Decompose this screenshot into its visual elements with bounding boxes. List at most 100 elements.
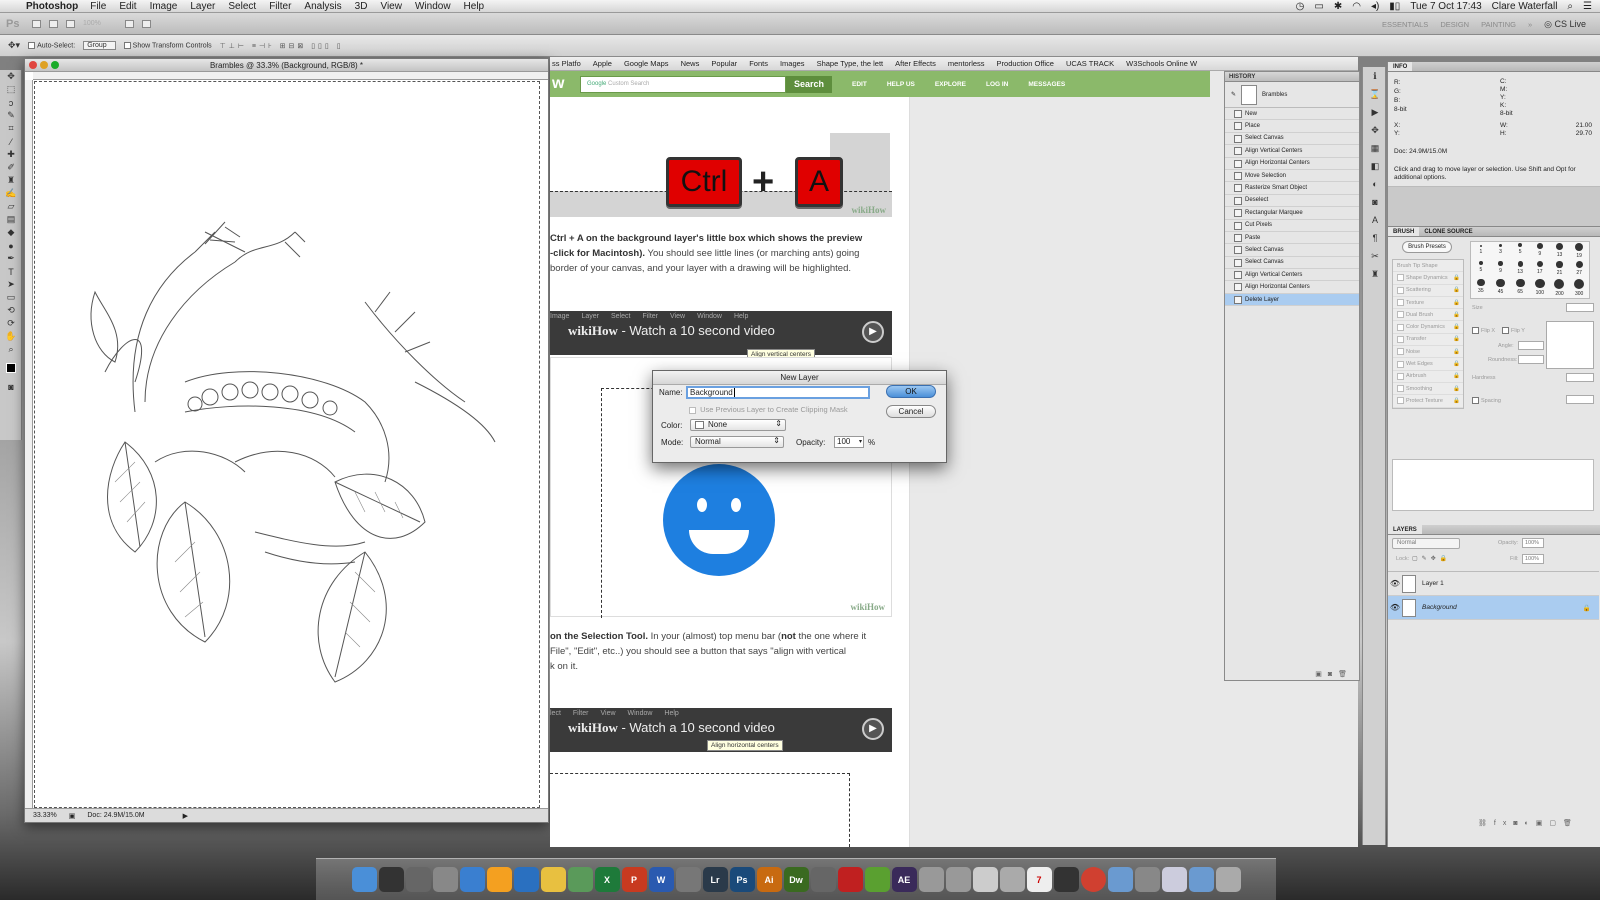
history-state[interactable]: Select Canvas <box>1225 244 1359 257</box>
fill-field[interactable]: 100% <box>1522 554 1544 564</box>
brush-tip[interactable]: 5 <box>1471 260 1491 277</box>
layer-opacity-field[interactable]: 100% <box>1522 538 1544 548</box>
utility-icon[interactable] <box>810 867 836 892</box>
brush-option[interactable]: Transfer 🔒 <box>1393 334 1463 347</box>
hand-tool-icon[interactable]: ✋ <box>0 330 22 343</box>
auto-select-type-select[interactable]: Group <box>83 41 116 50</box>
folder-icon[interactable] <box>1107 867 1133 892</box>
lock-icon[interactable]: 🔒 <box>1453 398 1460 404</box>
character-panel-icon[interactable]: A <box>1363 211 1387 229</box>
brush-option-checkbox[interactable] <box>1397 286 1404 294</box>
bluetooth-icon[interactable]: ✱ <box>1334 1 1342 12</box>
photo-browser-icon[interactable] <box>405 867 431 892</box>
lock-icon[interactable]: 🔒 <box>1453 287 1460 293</box>
help-icon[interactable] <box>918 867 944 892</box>
brush-option[interactable]: Smoothing 🔒 <box>1393 383 1463 396</box>
move-tool-icon[interactable]: ✥ <box>0 70 22 83</box>
workspace-more-icon[interactable]: » <box>1528 20 1532 29</box>
ruler-vertical[interactable] <box>25 80 33 808</box>
zoom-tool-icon[interactable]: ⌕ <box>0 343 22 356</box>
lock-icon[interactable]: 🔒 <box>1453 386 1460 392</box>
illustrator-icon[interactable]: Ai <box>756 867 782 892</box>
brush-option-checkbox[interactable] <box>1397 311 1404 319</box>
brush-shape-preview[interactable] <box>1546 321 1594 369</box>
help-icon[interactable] <box>945 867 971 892</box>
brush-tip[interactable]: 27 <box>1569 260 1589 277</box>
brush-option[interactable]: Scattering 🔒 <box>1393 285 1463 297</box>
bookmark-item[interactable]: After Effects <box>895 59 936 68</box>
layer-row[interactable]: 👁 Layer 1 <box>1388 572 1599 596</box>
zoom-level-select[interactable]: 100% <box>83 20 117 27</box>
nav-explore[interactable]: EXPLORE <box>935 81 966 88</box>
bookmark-item[interactable]: Shape Type, the lett <box>817 59 884 68</box>
bookmark-item[interactable]: Apple <box>593 59 612 68</box>
move-tool-preset-icon[interactable]: ✥▾ <box>8 40 20 51</box>
bridge-icon[interactable] <box>32 19 41 28</box>
spacing-field[interactable] <box>1566 395 1594 404</box>
lasso-tool-icon[interactable]: ↄ <box>0 96 22 109</box>
documents-icon[interactable] <box>1161 867 1187 892</box>
history-tab[interactable]: HISTORY <box>1225 72 1359 82</box>
notification-icon[interactable]: ☰ <box>1583 1 1592 12</box>
lock-icon[interactable]: 🔒 <box>1453 275 1460 281</box>
spacing-checkbox[interactable]: Spacing <box>1472 397 1501 404</box>
brush-tip[interactable]: 3 <box>1491 242 1511 260</box>
dashboard-icon[interactable] <box>378 867 404 892</box>
brush-tips-grid[interactable]: 1 3 5 9 13 19 5 9 13 17 21 27 35 45 65 100 200 300 <box>1470 241 1590 299</box>
brush-tip[interactable]: 65 <box>1510 278 1530 298</box>
roundness-field[interactable] <box>1518 355 1544 364</box>
ok-button[interactable]: OK <box>886 385 936 398</box>
actions-panel-icon[interactable]: ▶ <box>1363 103 1387 121</box>
layer-name[interactable]: Background <box>1422 604 1457 611</box>
menu-image[interactable]: Image <box>150 1 178 12</box>
dreamweaver-icon[interactable]: Dw <box>783 867 809 892</box>
quick-mask-icon[interactable]: ◙ <box>0 380 22 393</box>
brush-option[interactable]: Shape Dynamics 🔒 <box>1393 272 1463 285</box>
brush-option-checkbox[interactable] <box>1397 335 1404 343</box>
eyedropper-tool-icon[interactable]: ⁄ <box>0 135 22 148</box>
minimize-icon[interactable] <box>40 61 48 69</box>
brush-option-checkbox[interactable] <box>1397 385 1404 393</box>
status-icon[interactable]: ▣ <box>69 812 76 820</box>
brush-option[interactable]: Noise 🔒 <box>1393 346 1463 359</box>
bookmark-item[interactable]: Fonts <box>749 59 768 68</box>
bookmark-item[interactable]: Google Maps <box>624 59 669 68</box>
swatches-panel-icon[interactable]: ▦ <box>1363 139 1387 157</box>
excel-icon[interactable]: X <box>594 867 620 892</box>
history-state[interactable]: New <box>1225 108 1359 121</box>
shape-tool-icon[interactable]: ▭ <box>0 291 22 304</box>
layers-tab[interactable]: LAYERS <box>1388 525 1422 534</box>
menu-select[interactable]: Select <box>228 1 256 12</box>
history-panel-icon[interactable]: ⌛ <box>1363 85 1387 103</box>
mode-select[interactable]: Normal ⇕ <box>690 436 784 448</box>
history-state[interactable]: Paste <box>1225 232 1359 245</box>
nav-edit[interactable]: EDIT <box>852 81 867 88</box>
brush-tip[interactable]: 17 <box>1530 260 1550 277</box>
menu-layer[interactable]: Layer <box>190 1 215 12</box>
bookmark-item[interactable]: News <box>681 59 700 68</box>
home-icon[interactable] <box>1134 867 1160 892</box>
nav-log-in[interactable]: LOG IN <box>986 81 1008 88</box>
brush-option[interactable]: Color Dynamics 🔒 <box>1393 321 1463 334</box>
menu-analysis[interactable]: Analysis <box>304 1 341 12</box>
lock-icon[interactable]: 🔒 <box>1453 361 1460 367</box>
lock-icon[interactable]: 🔒 <box>1453 312 1460 318</box>
brush-tool-icon[interactable]: ✐ <box>0 161 22 174</box>
align-buttons[interactable]: ⊤⊥⊢ ≡⊣⊦ ⊞⊟⊠ ▯▯▯ ▯ <box>220 42 344 50</box>
eraser-tool-icon[interactable]: ▱ <box>0 200 22 213</box>
history-state[interactable]: Rectangular Marquee <box>1225 207 1359 220</box>
gradient-tool-icon[interactable]: ▤ <box>0 213 22 226</box>
brush-tip[interactable]: 13 <box>1550 242 1570 260</box>
history-state[interactable]: Cut Pixels <box>1225 220 1359 232</box>
workspace-design[interactable]: DESIGN <box>1440 20 1469 29</box>
app-menu[interactable]: Photoshop <box>26 1 78 12</box>
brush-tip[interactable]: 21 <box>1550 260 1570 277</box>
healing-tool-icon[interactable]: ✚ <box>0 148 22 161</box>
opacity-field[interactable]: 100 ▾ <box>834 436 864 448</box>
acrobat-icon[interactable] <box>837 867 863 892</box>
wikihow-logo[interactable]: w <box>550 75 578 93</box>
document-titlebar[interactable]: Brambles @ 33.3% (Background, RGB/8) * <box>25 59 548 72</box>
visibility-eye-icon[interactable]: 👁 <box>1388 603 1402 612</box>
paragraph-panel-icon[interactable]: ¶ <box>1363 229 1387 247</box>
marquee-tool-icon[interactable]: ⬚ <box>0 83 22 96</box>
